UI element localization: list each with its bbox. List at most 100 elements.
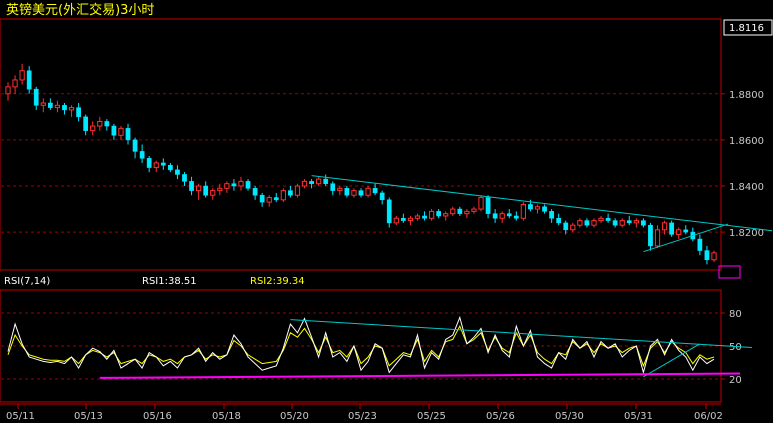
candle — [619, 218, 625, 228]
candle — [393, 215, 399, 226]
candle-body-down — [563, 222, 569, 231]
candle-body-down — [492, 213, 498, 219]
last-price-label: 1.8116 — [729, 23, 764, 34]
candle-body-down — [26, 70, 32, 90]
candle — [104, 119, 110, 131]
candle — [68, 105, 75, 117]
candle-body-up — [210, 190, 216, 196]
candle-body-down — [323, 178, 329, 184]
candle-body-down — [111, 125, 117, 136]
x-tick-label: 05/23 — [348, 411, 377, 422]
candle — [111, 123, 117, 140]
candle — [570, 222, 576, 233]
cursor-box — [718, 265, 741, 279]
rsi1-value: 38.51 — [168, 276, 197, 287]
candle — [118, 126, 124, 140]
candle-body-down — [513, 215, 519, 219]
rsi2-name: RSI2 — [250, 276, 273, 287]
rsi-trendline — [290, 319, 753, 348]
candle-body-up — [40, 102, 46, 106]
candle-body-up — [238, 180, 244, 187]
candle-body-down — [379, 192, 385, 201]
candle — [189, 176, 194, 196]
candle-body-up — [711, 252, 717, 261]
candle-body-down — [259, 194, 265, 203]
x-tick-label: 05/11 — [6, 411, 35, 422]
candle — [471, 206, 477, 214]
price-tick-label: 1.8600 — [729, 136, 764, 147]
candle-body-up — [19, 70, 25, 81]
candle — [414, 213, 421, 221]
candle — [153, 160, 159, 173]
candle — [224, 181, 230, 193]
candle — [386, 197, 392, 228]
candle-body-down — [605, 218, 611, 221]
candle-body-up — [196, 185, 202, 192]
rsi-tick-label: 80 — [729, 309, 742, 320]
candle — [648, 222, 653, 251]
candle-body-down — [182, 174, 187, 182]
x-tick-label: 06/02 — [694, 411, 723, 422]
candle — [301, 179, 308, 189]
candle-body-down — [245, 181, 251, 189]
candle-body-down — [330, 183, 336, 191]
candle — [683, 225, 689, 235]
candle-body-down — [104, 121, 110, 127]
candle-body-up — [224, 183, 230, 189]
candle — [139, 144, 145, 163]
candle — [520, 202, 526, 221]
candle-body-down — [146, 158, 152, 168]
candle-body-up — [414, 215, 421, 219]
candle-body-up — [520, 203, 526, 219]
candle — [26, 66, 32, 94]
candle — [210, 188, 216, 200]
candle — [47, 98, 53, 110]
candle — [182, 172, 187, 186]
candle — [175, 165, 180, 180]
x-tick-label: 05/16 — [143, 411, 172, 422]
candle — [577, 218, 583, 228]
candle-body-down — [62, 105, 67, 111]
rsi-pane-frame — [0, 289, 722, 403]
candle — [626, 215, 632, 226]
candle — [288, 186, 293, 198]
chart-canvas: 英镑美元(外汇交易)3小时 1.8200 1.8400 1.8600 1.8800 1… — [0, 2, 773, 422]
x-tick-label: 05/13 — [74, 411, 103, 422]
candle — [492, 209, 498, 223]
candle — [612, 218, 618, 228]
candle-body-down — [386, 199, 392, 224]
candle — [280, 188, 286, 203]
candle-body-up — [471, 208, 477, 212]
candle-body-down — [139, 151, 145, 159]
candle-body-down — [83, 116, 89, 131]
x-tick-label: 05/26 — [486, 411, 515, 422]
candle — [641, 218, 646, 228]
candle — [90, 121, 96, 136]
candle — [654, 225, 661, 249]
candle-body-up — [654, 229, 661, 247]
candle-body-up — [464, 210, 470, 215]
candle — [76, 103, 81, 122]
rsi-pane: 20 50 80 — [0, 289, 753, 403]
x-tick-label: 05/20 — [280, 411, 309, 422]
candle — [372, 183, 378, 196]
candle — [400, 213, 406, 223]
candle — [428, 209, 435, 221]
candle — [485, 195, 491, 219]
candle — [132, 137, 138, 159]
candle — [266, 195, 272, 207]
candle-body-down — [175, 169, 180, 175]
chart-title: 英镑美元(外汇交易)3小时 — [6, 2, 154, 18]
candle-body-down — [132, 139, 138, 152]
candle-body-up — [534, 206, 541, 210]
candle-body-down — [669, 222, 675, 235]
candle-body-up — [443, 213, 449, 217]
candle-body-down — [400, 218, 406, 221]
candle — [238, 176, 244, 191]
candle-body-down — [584, 220, 590, 226]
candle-body-up — [316, 178, 322, 185]
candle — [97, 116, 103, 131]
candle-body-down — [422, 215, 427, 219]
candle-body-down — [309, 181, 314, 184]
price-trendlines — [311, 175, 773, 253]
